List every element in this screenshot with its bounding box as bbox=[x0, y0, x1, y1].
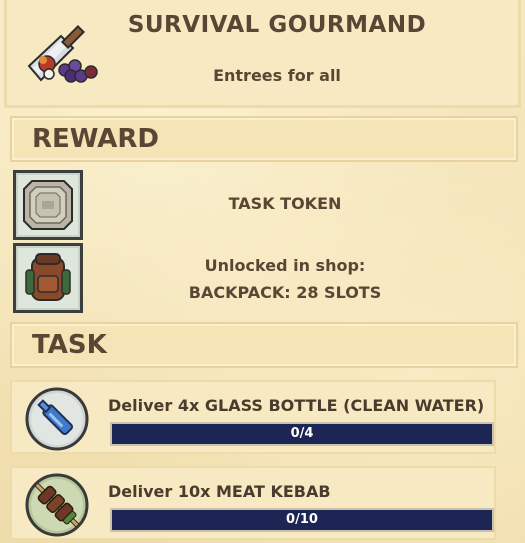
quest-panel: SURVIVAL GOURMAND Entrees for all REWARD… bbox=[0, 0, 525, 543]
task-progress-text-glass-bottle: 0/4 bbox=[290, 426, 314, 441]
task-progress-text-meat-kebab: 0/10 bbox=[286, 512, 318, 527]
task-section-header: TASK bbox=[10, 322, 518, 368]
backpack-icon bbox=[25, 253, 71, 301]
task-progress-bar-glass-bottle: 0/4 bbox=[110, 422, 494, 446]
task-row-glass-bottle[interactable]: Deliver 4x GLASS BOTTLE (CLEAN WATER) 0/… bbox=[10, 380, 496, 454]
glass-bottle-icon bbox=[25, 387, 89, 451]
task-label-glass-bottle: Deliver 4x GLASS BOTTLE (CLEAN WATER) bbox=[108, 396, 485, 415]
task-token-icon bbox=[23, 180, 73, 230]
reward-heading: REWARD bbox=[32, 124, 160, 154]
quest-subtitle: Entrees for all bbox=[213, 66, 341, 85]
task-progress-bar-meat-kebab: 0/10 bbox=[110, 508, 494, 532]
task-label-meat-kebab: Deliver 10x MEAT KEBAB bbox=[108, 482, 331, 501]
reward-backpack-line2: BACKPACK: 28 SLOTS bbox=[188, 283, 382, 302]
reward-slot-backpack[interactable] bbox=[13, 243, 83, 313]
reward-section-header: REWARD bbox=[10, 116, 518, 162]
task-row-meat-kebab[interactable]: Deliver 10x MEAT KEBAB 0/10 bbox=[10, 466, 496, 540]
reward-slot-task-token[interactable] bbox=[13, 170, 83, 240]
reward-task-token-text: TASK TOKEN bbox=[228, 194, 342, 213]
meat-kebab-icon bbox=[25, 473, 89, 537]
quest-title: SURVIVAL GOURMAND bbox=[127, 12, 427, 38]
task-heading: TASK bbox=[32, 330, 107, 360]
quest-header: SURVIVAL GOURMAND Entrees for all bbox=[4, 0, 521, 108]
reward-backpack-line1: Unlocked in shop: bbox=[204, 256, 366, 275]
cleaver-with-fruit-icon bbox=[27, 24, 98, 83]
